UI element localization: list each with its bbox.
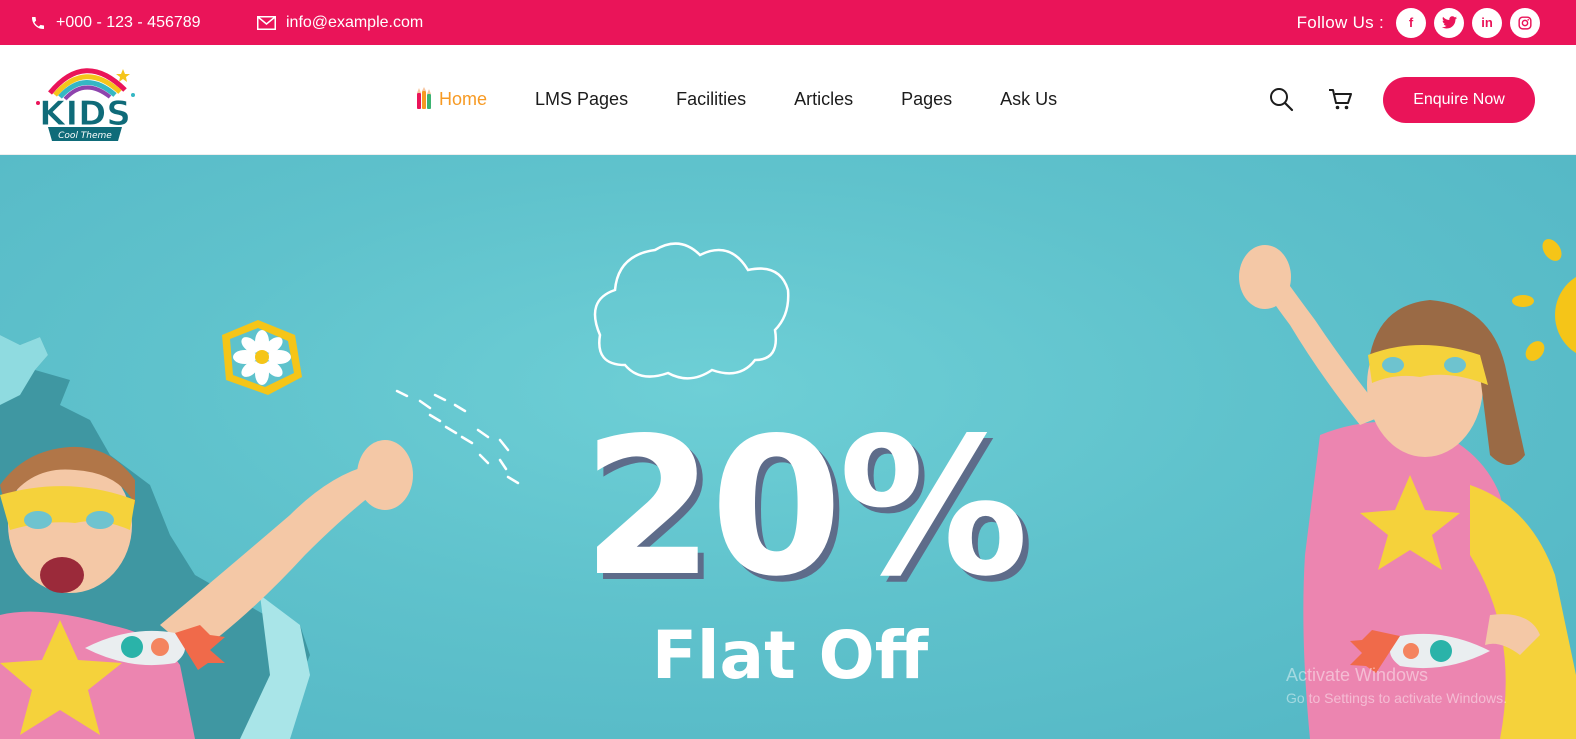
contact-email[interactable]: info@example.com [257,0,423,45]
top-bar: +000 - 123 - 456789 info@example.com Fol… [0,0,1576,45]
windows-watermark-title: Activate Windows [1286,665,1429,685]
nav-item-lms-pages[interactable]: LMS Pages [535,89,628,110]
twitter-icon[interactable] [1434,7,1464,38]
nav-label: Home [439,88,488,109]
discount-subtitle: Flat Off [651,617,929,694]
phone-number: +000 - 123 - 456789 [56,13,201,31]
nav-item-ask-us[interactable]: Ask Us [1000,89,1057,110]
phone-icon [32,16,44,29]
enquire-now-button[interactable]: Enquire Now [1383,77,1535,123]
pencils-icon [417,87,431,109]
hero-banner: 20% Flat Off [0,155,1576,739]
search-icon[interactable] [1267,85,1295,113]
dash-marks [395,389,520,485]
logo-subtitle: Cool Theme [58,131,112,141]
email-address: info@example.com [286,13,424,31]
follow-label: Follow Us : [1296,12,1384,32]
social-follow: Follow Us : f in [1297,0,1540,45]
flower-badge [222,320,302,395]
site-header: KIDS Cool Theme Home LMS Pages Facilitie… [0,45,1576,155]
cart-icon[interactable] [1326,85,1354,113]
mail-icon [257,15,276,30]
windows-watermark-subtitle: Go to Settings to activate Windows. [1286,690,1507,706]
kids-logo[interactable]: KIDS Cool Theme [30,55,140,147]
sun-icon [1512,239,1576,361]
contact-phone[interactable]: +000 - 123 - 456789 [30,0,201,45]
linkedin-icon[interactable]: in [1472,7,1502,38]
instagram-icon[interactable] [1510,7,1540,38]
discount-percent: 20% [582,397,1029,618]
nav-item-facilities[interactable]: Facilities [676,89,746,110]
nav-item-home[interactable]: Home [414,87,487,111]
facebook-icon[interactable]: f [1396,7,1426,38]
nav-item-pages[interactable]: Pages [901,89,952,110]
cloud-outline [593,242,790,380]
nav-item-articles[interactable]: Articles [794,89,853,110]
main-nav: Home LMS Pages Facilities Articles Pages… [414,45,1105,153]
